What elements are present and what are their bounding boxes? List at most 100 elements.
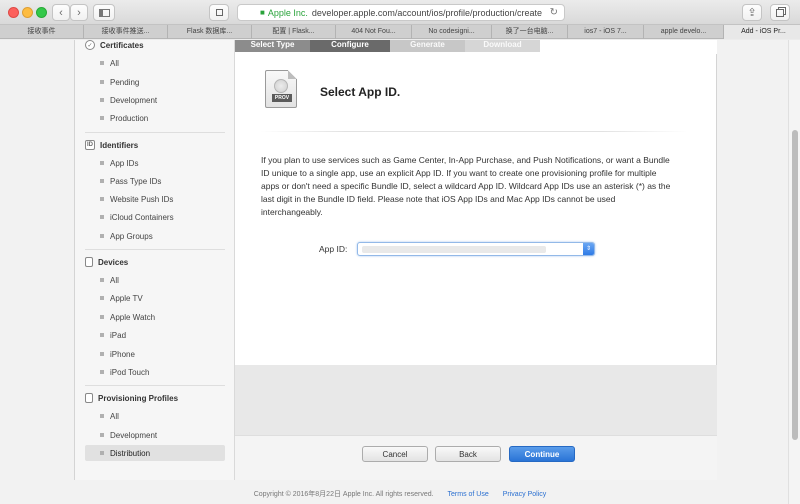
sidebar-item-website-push-ids[interactable]: Website Push IDs bbox=[85, 191, 225, 207]
bullet-icon bbox=[100, 116, 104, 120]
sidebar-item-pending[interactable]: Pending bbox=[85, 74, 225, 90]
provisioning-profile-icon: PROV bbox=[265, 70, 297, 108]
sidebar-section-profiles: Provisioning Profiles bbox=[85, 391, 178, 405]
tabs-overview-button[interactable] bbox=[770, 4, 790, 21]
sidebar-item-label: Apple Watch bbox=[110, 312, 156, 322]
continue-button[interactable]: Continue bbox=[509, 446, 575, 462]
app-id-selected-value bbox=[362, 246, 546, 253]
bullet-icon bbox=[100, 370, 104, 374]
sidebar-item-apple-tv[interactable]: Apple TV bbox=[85, 290, 225, 306]
sidebar-item-distribution[interactable]: Distribution bbox=[85, 445, 225, 461]
sidebar-item-profile-development[interactable]: Development bbox=[85, 427, 225, 443]
address-org: Apple Inc. bbox=[267, 7, 308, 18]
app-id-select[interactable]: ⇕ bbox=[357, 242, 595, 256]
chevron-updown-icon[interactable]: ⇕ bbox=[583, 243, 594, 255]
tab-item[interactable]: Flask 数据库... bbox=[168, 25, 252, 39]
sidebar-item-label: iPhone bbox=[110, 349, 135, 359]
tab-item[interactable]: apple develo... bbox=[644, 25, 724, 39]
sidebar-item-profiles-all[interactable]: All bbox=[85, 408, 225, 424]
close-window-button[interactable] bbox=[8, 7, 19, 18]
tab-item[interactable]: 配置 | Flask... bbox=[252, 25, 336, 39]
bullet-icon bbox=[100, 197, 104, 201]
profile-icon bbox=[85, 393, 93, 403]
sidebar-icon bbox=[98, 8, 110, 17]
scroll-thumb[interactable] bbox=[792, 130, 798, 440]
content-band bbox=[235, 365, 717, 435]
bullet-icon bbox=[100, 234, 104, 238]
privacy-link[interactable]: Privacy Policy bbox=[503, 491, 547, 498]
sidebar-item-label: Pending bbox=[110, 77, 140, 87]
sidebar-item-label: iPad bbox=[110, 330, 127, 340]
sidebar-item-label: iPod Touch bbox=[110, 367, 150, 377]
bullet-icon bbox=[100, 98, 104, 102]
bullet-icon bbox=[100, 215, 104, 219]
share-button[interactable]: ⇪ bbox=[742, 4, 762, 21]
wizard-steps: Select Type Configure Generate Download bbox=[235, 40, 717, 54]
sidebar-item-label: Pass Type IDs bbox=[110, 176, 162, 186]
sidebar-item-cert-development[interactable]: Development bbox=[85, 92, 225, 108]
sidebar-item-label: Website Push IDs bbox=[110, 194, 174, 204]
back-nav-button[interactable]: ‹ bbox=[52, 4, 70, 21]
cancel-button[interactable]: Cancel bbox=[362, 446, 428, 462]
tab-item[interactable]: 404 Not Fou... bbox=[336, 25, 412, 39]
zoom-window-button[interactable] bbox=[36, 7, 47, 18]
divider bbox=[85, 249, 225, 250]
sidebar-item-label: All bbox=[110, 58, 119, 68]
bullet-icon bbox=[100, 352, 104, 356]
section-title: Certificates bbox=[100, 40, 144, 50]
sidebar-item-label: Development bbox=[110, 95, 158, 105]
sidebar-item-icloud-containers[interactable]: iCloud Containers bbox=[85, 209, 225, 225]
tab-item[interactable]: 接收事件 bbox=[0, 25, 84, 39]
reader-icon bbox=[215, 9, 223, 16]
reload-icon[interactable]: ↻ bbox=[550, 7, 558, 18]
browser-toolbar: ‹ › ■ Apple Inc. developer.apple.com/acc… bbox=[0, 0, 800, 25]
main-area: Select Type Configure Generate Download … bbox=[235, 40, 717, 480]
step-configure: Configure bbox=[310, 40, 390, 52]
forward-nav-button[interactable]: › bbox=[70, 4, 88, 21]
address-bar[interactable]: ■ Apple Inc. developer.apple.com/account… bbox=[237, 4, 565, 21]
divider bbox=[85, 132, 225, 133]
sidebar-item-certificates-all[interactable]: All bbox=[85, 55, 225, 71]
sidebar-item-label: All bbox=[110, 275, 119, 285]
step-download: Download bbox=[465, 40, 540, 52]
tab-item-active[interactable]: Add - iOS Pr... bbox=[724, 25, 800, 39]
sidebar-item-iphone[interactable]: iPhone bbox=[85, 346, 225, 362]
bullet-icon bbox=[100, 296, 104, 300]
device-icon bbox=[85, 257, 93, 267]
sidebar-item-ipod-touch[interactable]: iPod Touch bbox=[85, 364, 225, 380]
tabs-icon bbox=[776, 8, 784, 17]
bullet-icon bbox=[100, 315, 104, 319]
bullet-icon bbox=[100, 61, 104, 65]
sidebar-item-app-groups[interactable]: App Groups bbox=[85, 228, 225, 244]
sidebar-item-devices-all[interactable]: All bbox=[85, 272, 225, 288]
tab-item[interactable]: 接收事件推送... bbox=[84, 25, 168, 39]
sidebar: ✓ Certificates All Pending Development P… bbox=[75, 40, 235, 480]
sidebar-item-cert-production[interactable]: Production bbox=[85, 110, 225, 126]
reader-button[interactable] bbox=[209, 4, 229, 21]
back-button[interactable]: Back bbox=[435, 446, 501, 462]
sidebar-item-label: All bbox=[110, 411, 119, 421]
sidebar-item-label: App IDs bbox=[110, 158, 139, 168]
sidebar-item-pass-type-ids[interactable]: Pass Type IDs bbox=[85, 173, 225, 189]
sidebar-item-apple-watch[interactable]: Apple Watch bbox=[85, 309, 225, 325]
app-id-label: App ID: bbox=[319, 244, 348, 254]
copyright-text: Copyright © 2016年8月22日 Apple Inc. All ri… bbox=[253, 491, 434, 498]
sidebar-item-label: Production bbox=[110, 113, 149, 123]
bullet-icon bbox=[100, 278, 104, 282]
description-text: If you plan to use services such as Game… bbox=[261, 155, 671, 217]
tab-item[interactable]: No codesigni... bbox=[412, 25, 492, 39]
tab-item[interactable]: 换了一台电脑... bbox=[492, 25, 568, 39]
sidebar-item-app-ids[interactable]: App IDs bbox=[85, 155, 225, 171]
minimize-window-button[interactable] bbox=[22, 7, 33, 18]
tab-item[interactable]: ios7 - iOS 7... bbox=[568, 25, 644, 39]
bullet-icon bbox=[100, 451, 104, 455]
sidebar-item-label: App Groups bbox=[110, 231, 153, 241]
bullet-icon bbox=[100, 161, 104, 165]
sidebar-item-ipad[interactable]: iPad bbox=[85, 327, 225, 343]
page-scrollbar[interactable] bbox=[788, 40, 800, 504]
prov-label: PROV bbox=[272, 94, 292, 102]
sidebar-section-devices: Devices bbox=[85, 255, 128, 269]
terms-link[interactable]: Terms of Use bbox=[448, 491, 489, 498]
share-icon: ⇪ bbox=[747, 7, 757, 19]
sidebar-toggle-button[interactable] bbox=[93, 4, 115, 21]
